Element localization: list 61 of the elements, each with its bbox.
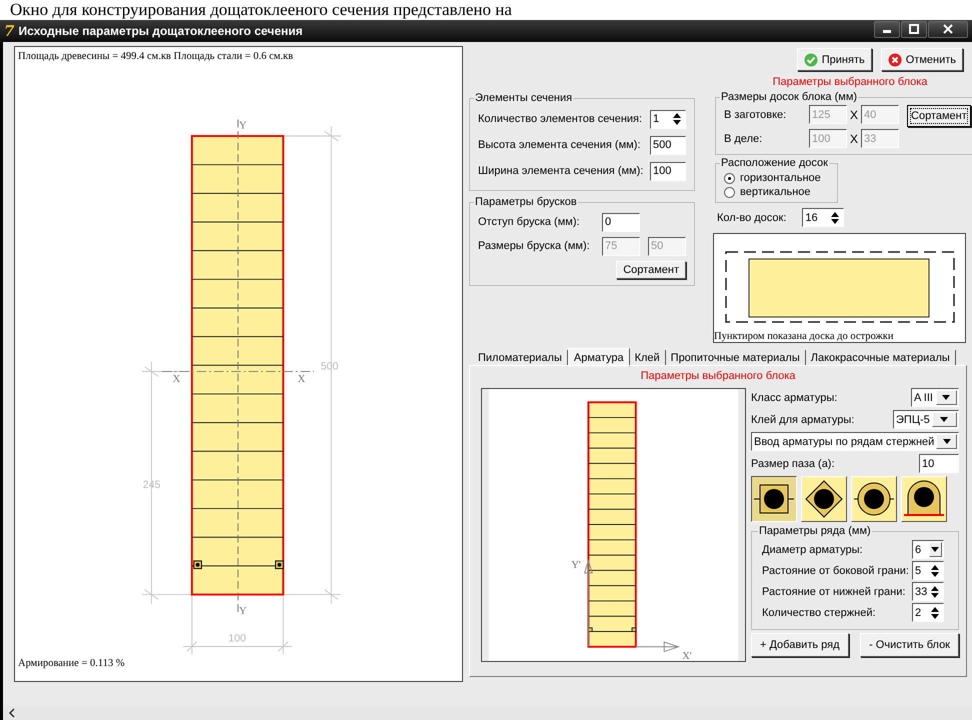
- reinforcement-ratio: Армирование = 0.113 %: [18, 658, 125, 669]
- preview-caption: Пунктиром показана доска до острожки: [714, 331, 894, 342]
- field-label: Размеры бруска (мм):: [478, 240, 590, 252]
- dropdown-field[interactable]: 6: [912, 540, 944, 559]
- group-title: Параметры брусков: [474, 196, 578, 208]
- spin-field[interactable]: 1: [650, 110, 686, 128]
- field-label: В деле:: [724, 132, 764, 144]
- field-label: В заготовке:: [724, 108, 788, 120]
- radio-option[interactable]: горизонтальное: [724, 171, 829, 185]
- group-title: Параметры ряда (мм): [758, 525, 872, 537]
- catalog-button[interactable]: Сортамент: [907, 105, 971, 127]
- spin-field[interactable]: 33: [912, 582, 944, 601]
- field-label: Диаметр арматуры:: [762, 544, 863, 556]
- document-caption: Окно для конструирования дощатоклееного сечения представлено на: [10, 0, 512, 20]
- axis-label: X: [298, 374, 306, 386]
- row-action-button[interactable]: + Добавить ряд: [751, 633, 849, 657]
- dropdown-field[interactable]: ЭПЦ-5: [893, 410, 959, 429]
- times-sign: X: [850, 132, 858, 146]
- number-field[interactable]: 0: [602, 212, 640, 232]
- group-title: Размеры досок блока (мм): [720, 91, 858, 103]
- spin-field[interactable]: 2: [912, 603, 944, 622]
- field-label: Растояние от боковой грани:: [762, 564, 909, 576]
- window-title: Исходные параметры дощатоклееного сечения: [18, 24, 304, 38]
- field-label: Количество элементов сечения:: [478, 113, 642, 125]
- section-heading: Параметры выбранного блока: [772, 76, 928, 88]
- times-sign: X: [850, 108, 858, 122]
- number-field[interactable]: 500: [650, 136, 686, 154]
- dropdown-field[interactable]: A III: [911, 388, 959, 407]
- axis-label: Y: [239, 606, 247, 617]
- group-title: Расположение досок: [720, 157, 829, 169]
- dimension-label: 100: [228, 632, 246, 645]
- spin-field[interactable]: 16: [802, 208, 844, 227]
- catalog-button[interactable]: Сортамент: [616, 261, 686, 279]
- radio-option[interactable]: вертикальное: [724, 185, 829, 199]
- field-label: Растояние от нижней грани:: [762, 586, 906, 598]
- field-label: Класс арматуры:: [751, 392, 838, 404]
- field-label: Кол-во досок:: [717, 212, 786, 224]
- dropdown-field[interactable]: Ввод арматуры по рядам стержней: [751, 432, 959, 451]
- row-action-button[interactable]: - Очистить блок: [860, 633, 959, 657]
- app-logo: 7: [4, 23, 14, 39]
- field-label: Отступ бруска (мм):: [478, 216, 580, 228]
- axis-label: Y': [571, 560, 581, 572]
- accept-button[interactable]: Принять: [796, 48, 872, 71]
- area-summary: Площадь древесины = 499.4 см.кв Площадь стали = 0.6 см.кв: [18, 51, 294, 62]
- field-label: Клей для арматуры:: [751, 414, 854, 426]
- axis-label: X: [172, 374, 180, 386]
- dimension-label: 245: [142, 478, 160, 491]
- group-title: Элементы сечения: [474, 92, 574, 104]
- number-field[interactable]: 100: [650, 162, 686, 180]
- number-field[interactable]: 10: [919, 454, 959, 473]
- field-label: Количество стержней:: [762, 606, 876, 618]
- tab[interactable]: Арматура: [568, 348, 630, 367]
- axis-label: Y: [239, 120, 247, 132]
- section-heading: Параметры выбранного блока: [640, 370, 796, 382]
- cancel-button[interactable]: Отменить: [880, 48, 963, 71]
- field-label: Высота элемента сечения (мм):: [478, 139, 640, 151]
- spin-field[interactable]: 5: [912, 561, 944, 580]
- field-label: Размер паза (а):: [751, 458, 835, 470]
- dimension-label: 500: [320, 360, 338, 373]
- axis-label: X': [682, 651, 692, 662]
- field-label: Ширина элемента сечения (мм):: [478, 165, 644, 177]
